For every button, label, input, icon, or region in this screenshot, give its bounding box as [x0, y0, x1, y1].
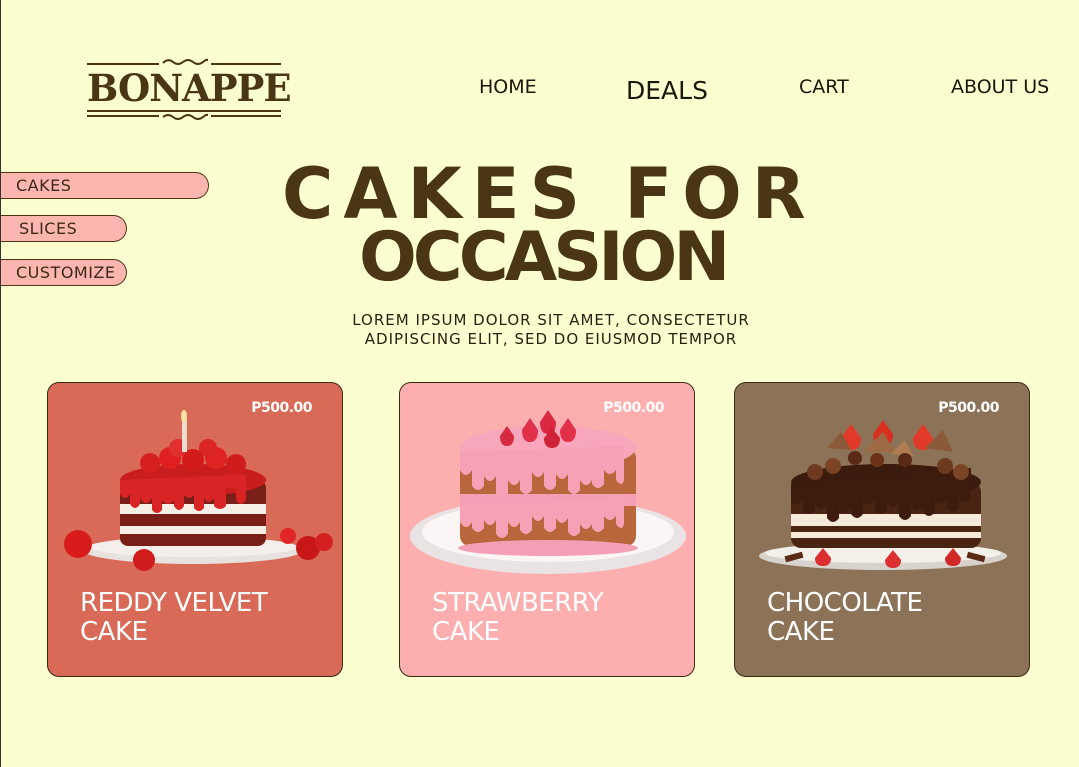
product-name-line1: REDDY VELVET — [80, 588, 268, 618]
product-card-strawberry[interactable]: P500.00 STRAWBERRY CAKE — [399, 382, 695, 677]
logo-rule — [211, 115, 281, 117]
product-name-line1: CHOCOLATE — [767, 588, 923, 618]
product-name-line1: STRAWBERRY — [432, 588, 604, 618]
nav-deals[interactable]: DEALS — [626, 76, 708, 105]
chocolate-cake-image — [759, 420, 1007, 570]
hero-subtitle-line2: ADIPISCING ELIT, SED DO EIUSMOD TEMPOR — [364, 330, 738, 348]
strawberry-cake-image — [410, 410, 686, 574]
logo-wave-bottom — [162, 113, 208, 120]
product-name: STRAWBERRY CAKE — [432, 589, 672, 647]
nav-cart[interactable]: CART — [799, 76, 849, 98]
nav-about-us[interactable]: ABOUT US — [951, 76, 1049, 98]
product-card-chocolate[interactable]: P500.00 CHOCOLATE CAKE — [734, 382, 1030, 677]
product-card-red-velvet[interactable]: P500.00 REDDY VELVET CAKE — [47, 382, 343, 677]
logo-rule — [87, 115, 159, 117]
hero-title-line2: OCCASION — [359, 218, 730, 297]
logo-rule — [87, 110, 281, 112]
hero-subtitle-line1: LOREM IPSUM DOLOR SIT AMET, CONSECTETUR — [352, 311, 750, 329]
product-name-line2: CAKE — [767, 617, 835, 647]
logo-rule — [211, 63, 281, 65]
product-name-line2: CAKE — [432, 617, 500, 647]
product-name: CHOCOLATE CAKE — [767, 589, 1007, 647]
sidebar-item-cakes[interactable]: CAKES — [1, 172, 209, 199]
sidebar-item-customize[interactable]: CUSTOMIZE — [1, 259, 127, 286]
brand-name: BONAPPE — [87, 66, 292, 110]
product-name-line2: CAKE — [80, 617, 148, 647]
nav-home[interactable]: HOME — [479, 76, 537, 98]
red-velvet-cake-image — [64, 410, 333, 571]
logo-wave-top — [162, 58, 208, 65]
hero-subtitle: LOREM IPSUM DOLOR SIT AMET, CONSECTETUR … — [341, 311, 761, 349]
brand-logo[interactable]: BONAPPE — [87, 58, 292, 122]
sidebar-item-slices[interactable]: SLICES — [1, 215, 127, 242]
logo-rule — [87, 63, 159, 65]
product-name: REDDY VELVET CAKE — [80, 589, 320, 647]
